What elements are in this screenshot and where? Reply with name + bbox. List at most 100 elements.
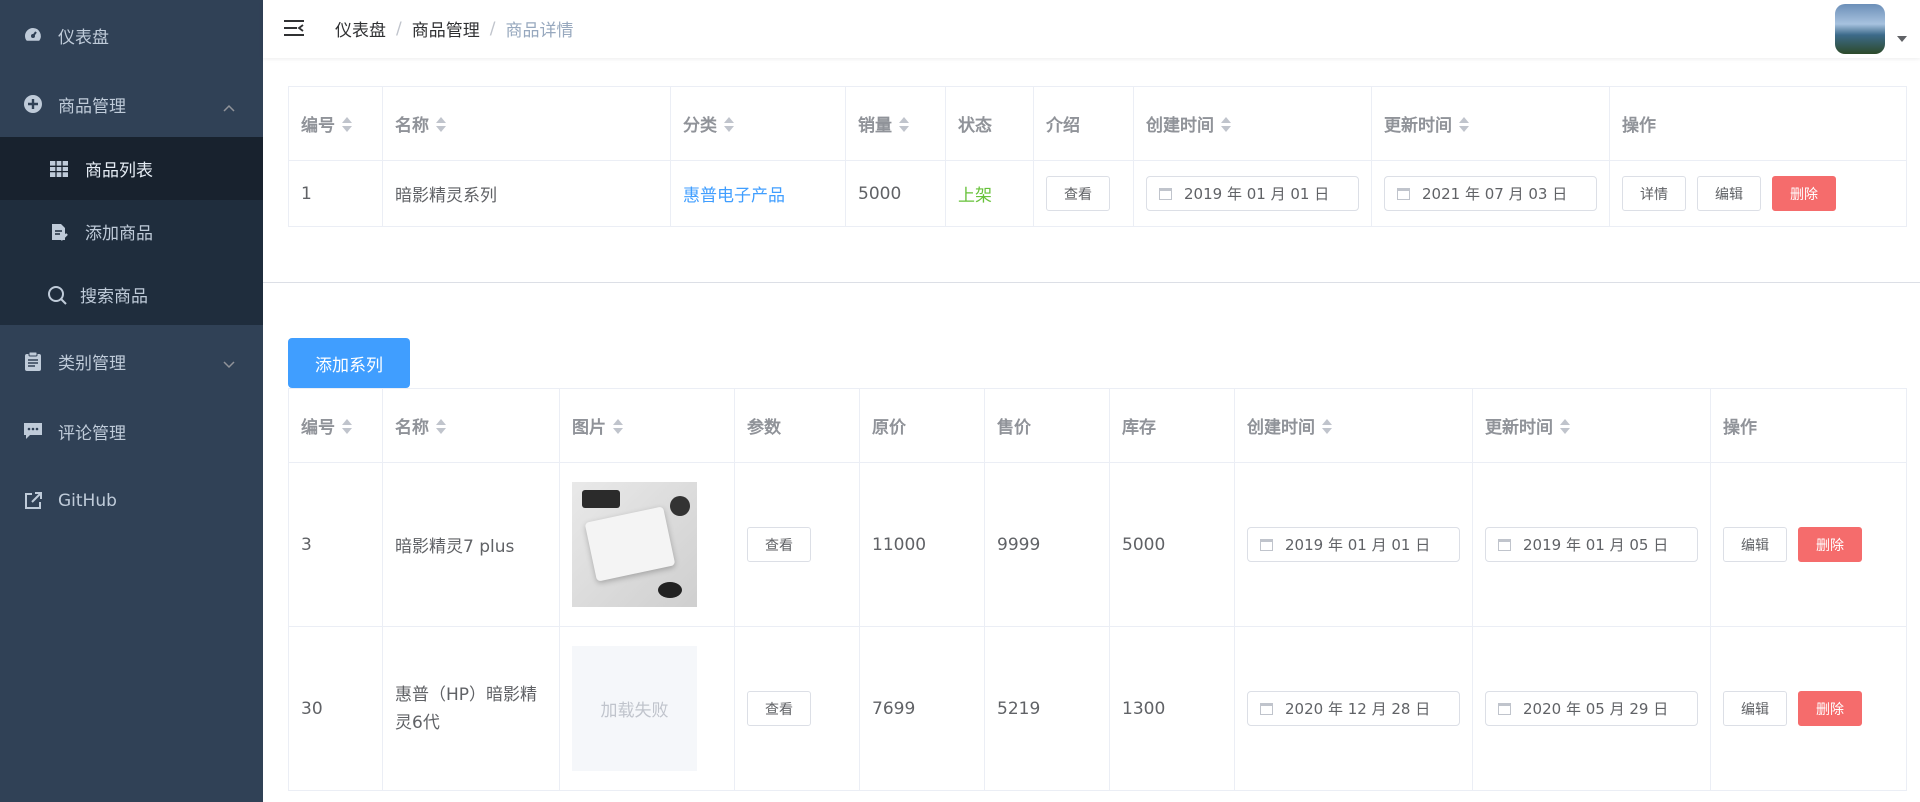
detail-button[interactable]: 详情 bbox=[1622, 176, 1686, 211]
view-intro-button[interactable]: 查看 bbox=[1046, 176, 1110, 211]
table-row: 1 暗影精灵系列 惠普电子产品 5000 上架 查看 2019 年 01 月 0… bbox=[288, 160, 1907, 227]
search-icon bbox=[46, 284, 68, 306]
comment-icon bbox=[22, 420, 44, 442]
sidebar-item-comment-management[interactable]: 评论管理 bbox=[0, 396, 263, 466]
table-header-row: 编号 名称 图片 参数 原价 售价 库存 创建时间 更新时间 操作 bbox=[288, 388, 1907, 463]
updated-date-picker[interactable]: 2020 年 05 月 29 日 bbox=[1485, 691, 1698, 726]
sidebar-item-label: 仪表盘 bbox=[58, 27, 109, 48]
product-submenu: 商品列表 添加商品 搜索商品 bbox=[0, 137, 263, 325]
created-date-picker[interactable]: 2020 年 12 月 28 日 bbox=[1247, 691, 1460, 726]
column-header[interactable]: 销量 bbox=[845, 86, 946, 161]
column-header[interactable]: 更新时间 bbox=[1371, 86, 1610, 161]
cell-original-price: 11000 bbox=[859, 462, 985, 627]
product-image[interactable] bbox=[572, 482, 697, 607]
sidebar-item-product-management[interactable]: 商品管理 bbox=[0, 69, 263, 139]
status-badge: 上架 bbox=[958, 186, 992, 206]
table-row: 3 暗影精灵7 plus 查看 11000 9999 5000 2019 年 0… bbox=[288, 462, 1907, 627]
breadcrumb-item[interactable]: 仪表盘 bbox=[335, 16, 386, 41]
created-date-picker[interactable]: 2019 年 01 月 01 日 bbox=[1247, 527, 1460, 562]
updated-date-picker[interactable]: 2019 年 01 月 05 日 bbox=[1485, 527, 1698, 562]
column-header: 操作 bbox=[1710, 388, 1907, 463]
sort-icon bbox=[899, 117, 909, 133]
sidebar-item-github[interactable]: GitHub bbox=[0, 466, 263, 536]
column-header: 状态 bbox=[945, 86, 1034, 161]
cell-stock: 5000 bbox=[1109, 462, 1235, 627]
cell-name: 暗影精灵系列 bbox=[382, 160, 671, 227]
sidebar-item-label: 商品管理 bbox=[58, 96, 126, 117]
cell-stock: 1300 bbox=[1109, 626, 1235, 791]
table-row: 30 惠普（HP）暗影精灵6代 加载失败 查看 7699 5219 1300 2… bbox=[288, 626, 1907, 791]
edit-button[interactable]: 编辑 bbox=[1697, 176, 1761, 211]
delete-button[interactable]: 删除 bbox=[1798, 691, 1862, 726]
series-table: 编号 名称 图片 参数 原价 售价 库存 创建时间 更新时间 操作 3 暗影精灵… bbox=[288, 388, 1907, 791]
created-date-picker[interactable]: 2019 年 01 月 01 日 bbox=[1146, 176, 1359, 211]
sidebar-item-category-management[interactable]: 类别管理 bbox=[0, 326, 263, 396]
column-header[interactable]: 编号 bbox=[288, 86, 383, 161]
sort-icon bbox=[724, 117, 734, 133]
sidebar-item-label: 类别管理 bbox=[58, 353, 126, 374]
view-params-button[interactable]: 查看 bbox=[747, 691, 811, 726]
divider bbox=[263, 282, 1920, 283]
column-header[interactable]: 分类 bbox=[670, 86, 846, 161]
column-header[interactable]: 创建时间 bbox=[1234, 388, 1473, 463]
sidebar-item-label: 添加商品 bbox=[85, 224, 153, 244]
column-header[interactable]: 创建时间 bbox=[1133, 86, 1372, 161]
delete-button[interactable]: 删除 bbox=[1798, 527, 1862, 562]
calendar-icon bbox=[1260, 702, 1273, 715]
column-header: 操作 bbox=[1609, 86, 1907, 161]
add-series-button[interactable]: 添加系列 bbox=[288, 338, 410, 388]
category-link[interactable]: 惠普电子产品 bbox=[683, 186, 785, 206]
column-header[interactable]: 编号 bbox=[288, 388, 383, 463]
breadcrumb-item[interactable]: 商品管理 bbox=[412, 16, 480, 41]
cell-price: 9999 bbox=[984, 462, 1110, 627]
calendar-icon bbox=[1397, 187, 1410, 200]
sidebar: 仪表盘 商品管理 商品列表 添加商品 搜索商品 类别管理 评论管理 GitHub bbox=[0, 0, 263, 802]
cell-name: 惠普（HP）暗影精灵6代 bbox=[382, 626, 560, 791]
edit-button[interactable]: 编辑 bbox=[1723, 527, 1787, 562]
external-link-icon bbox=[22, 490, 44, 512]
sort-icon bbox=[1459, 117, 1469, 133]
column-header: 参数 bbox=[734, 388, 860, 463]
column-header: 售价 bbox=[984, 388, 1110, 463]
sidebar-item-product-list[interactable]: 商品列表 bbox=[0, 137, 263, 200]
sidebar-item-label: 评论管理 bbox=[58, 423, 126, 444]
cell-id: 30 bbox=[288, 626, 383, 791]
sort-icon bbox=[1221, 117, 1231, 133]
calendar-icon bbox=[1498, 538, 1511, 551]
column-header[interactable]: 更新时间 bbox=[1472, 388, 1711, 463]
calendar-icon bbox=[1159, 187, 1172, 200]
clipboard-icon bbox=[22, 350, 44, 372]
grid-icon bbox=[48, 158, 70, 180]
edit-button[interactable]: 编辑 bbox=[1723, 691, 1787, 726]
sidebar-item-label: 搜索商品 bbox=[80, 287, 148, 307]
column-header[interactable]: 图片 bbox=[559, 388, 735, 463]
cell-sales: 5000 bbox=[845, 160, 946, 227]
sort-icon bbox=[436, 117, 446, 133]
navbar: 仪表盘 / 商品管理 / 商品详情 bbox=[263, 0, 1920, 58]
breadcrumb: 仪表盘 / 商品管理 / 商品详情 bbox=[335, 16, 573, 42]
updated-date-picker[interactable]: 2021 年 07 月 03 日 bbox=[1384, 176, 1597, 211]
sidebar-item-dashboard[interactable]: 仪表盘 bbox=[0, 0, 263, 70]
caret-down-icon[interactable] bbox=[1897, 36, 1907, 42]
breadcrumb-separator: / bbox=[396, 18, 402, 39]
hamburger-menu-icon[interactable] bbox=[283, 17, 305, 39]
dashboard-icon bbox=[22, 24, 44, 46]
product-table: 编号 名称 分类 销量 状态 介绍 创建时间 更新时间 操作 1 暗影精灵系列 … bbox=[288, 86, 1907, 227]
sidebar-item-search-product[interactable]: 搜索商品 bbox=[0, 263, 263, 326]
column-header[interactable]: 名称 bbox=[382, 86, 671, 161]
sidebar-item-add-product[interactable]: 添加商品 bbox=[0, 200, 263, 263]
chevron-up-icon bbox=[223, 97, 235, 117]
sort-icon bbox=[342, 117, 352, 133]
view-params-button[interactable]: 查看 bbox=[747, 527, 811, 562]
column-header[interactable]: 名称 bbox=[382, 388, 560, 463]
cell-id: 3 bbox=[288, 462, 383, 627]
column-header: 库存 bbox=[1109, 388, 1235, 463]
table-header-row: 编号 名称 分类 销量 状态 介绍 创建时间 更新时间 操作 bbox=[288, 86, 1907, 161]
breadcrumb-separator: / bbox=[489, 18, 496, 39]
delete-button[interactable]: 删除 bbox=[1772, 176, 1836, 211]
cell-price: 5219 bbox=[984, 626, 1110, 791]
cell-original-price: 7699 bbox=[859, 626, 985, 791]
column-header: 介绍 bbox=[1033, 86, 1134, 161]
avatar[interactable] bbox=[1835, 4, 1885, 54]
column-header: 原价 bbox=[859, 388, 985, 463]
